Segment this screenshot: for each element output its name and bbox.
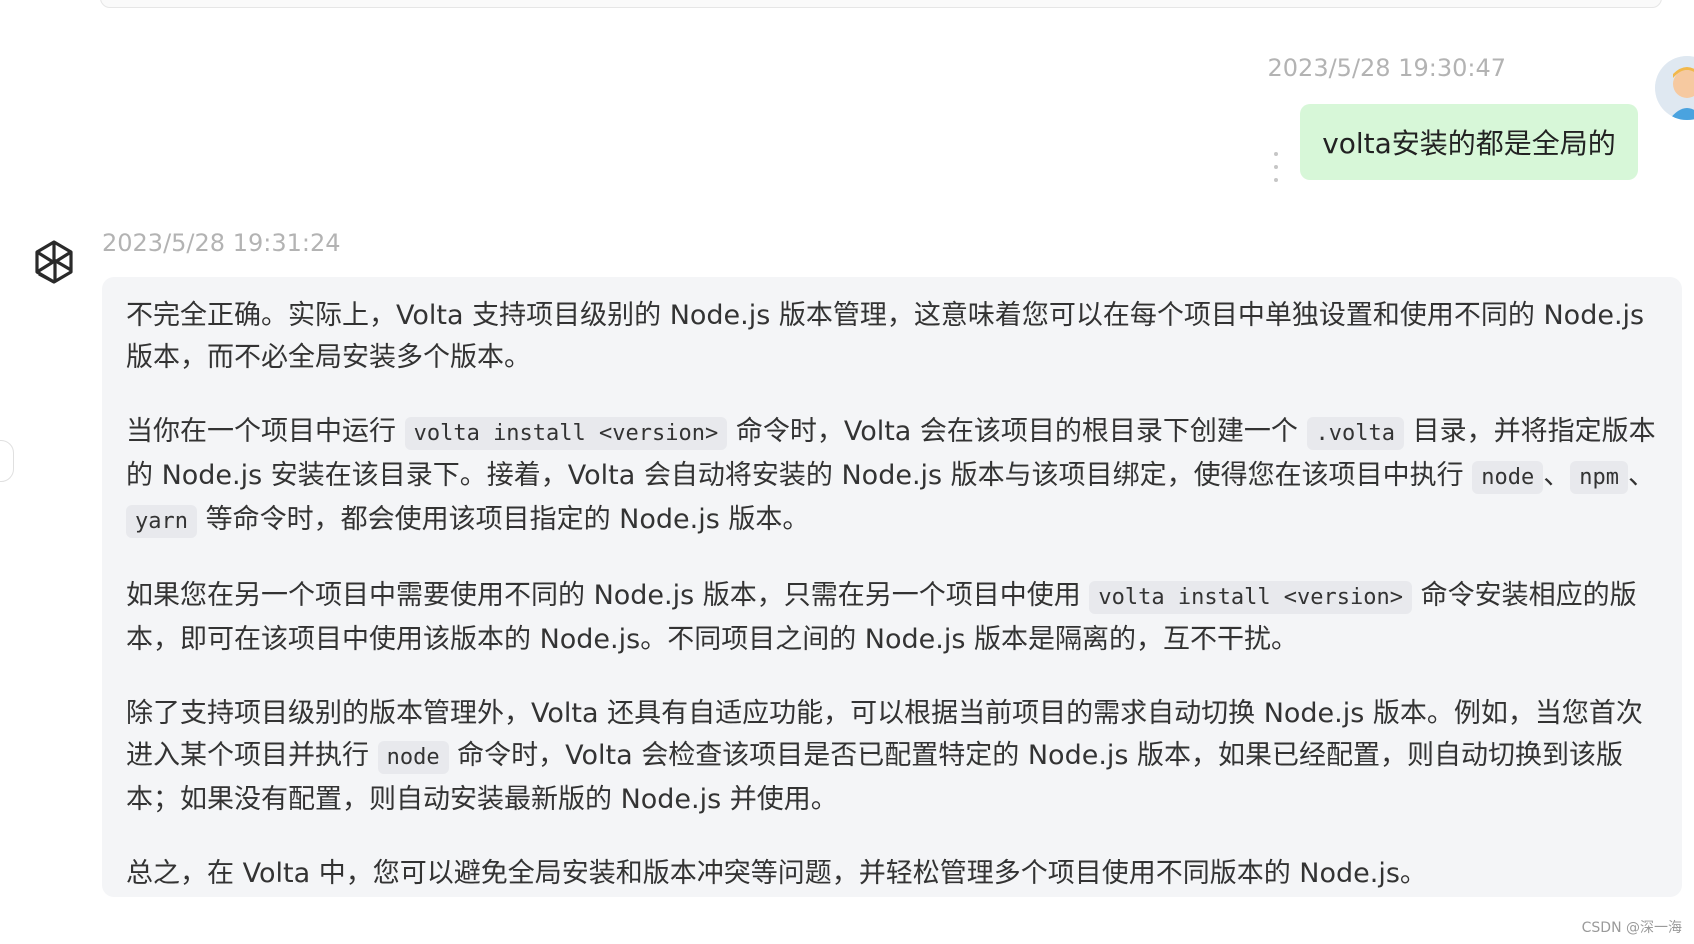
paragraph-text: 命令时，Volta 会在该项目的根目录下创建一个 xyxy=(727,416,1307,447)
user-message-timestamp: 2023/5/28 19:30:47 xyxy=(1267,54,1506,82)
watermark: CSDN @深一海 xyxy=(1581,920,1682,936)
user-message-bubble: volta安装的都是全局的 xyxy=(1300,104,1638,180)
assistant-paragraph: 不完全正确。实际上，Volta 支持项目级别的 Node.js 版本管理，这意味… xyxy=(126,295,1658,379)
paragraph-text: 不完全正确。实际上，Volta 支持项目级别的 Node.js 版本管理，这意味… xyxy=(126,300,1645,373)
paragraph-text: 当你在一个项目中运行 xyxy=(126,416,405,447)
assistant-paragraph: 总之，在 Volta 中，您可以避免全局安装和版本冲突等问题，并轻松管理多个项目… xyxy=(126,853,1658,895)
paragraph-text: 总之，在 Volta 中，您可以避免全局安装和版本冲突等问题，并轻松管理多个项目… xyxy=(126,858,1427,889)
paragraph-text: 等命令时，都会使用该项目指定的 Node.js 版本。 xyxy=(196,504,810,535)
assistant-paragraph: 当你在一个项目中运行 volta install <version> 命令时，V… xyxy=(126,411,1658,543)
assistant-message-timestamp: 2023/5/28 19:31:24 xyxy=(102,229,341,257)
inline-code: yarn xyxy=(126,505,197,538)
paragraph-text: 、 xyxy=(1628,460,1655,491)
previous-message-edge xyxy=(100,0,1662,8)
inline-code: .volta xyxy=(1306,417,1404,450)
assistant-paragraph: 除了支持项目级别的版本管理外，Volta 还具有自适应功能，可以根据当前项目的需… xyxy=(126,693,1658,821)
assistant-paragraph: 如果您在另一个项目中需要使用不同的 Node.js 版本，只需在另一个项目中使用… xyxy=(126,575,1658,661)
scroll-handle[interactable] xyxy=(0,440,14,482)
user-avatar-icon[interactable] xyxy=(1655,56,1694,120)
inline-code: npm xyxy=(1570,461,1628,494)
paragraph-text: 、 xyxy=(1543,460,1571,491)
paragraph-text: 如果您在另一个项目中需要使用不同的 Node.js 版本，只需在另一个项目中使用 xyxy=(126,580,1090,611)
assistant-message-bubble: 不完全正确。实际上，Volta 支持项目级别的 Node.js 版本管理，这意味… xyxy=(102,277,1682,897)
inline-code: volta install <version> xyxy=(1089,581,1413,614)
chatgpt-logo-icon xyxy=(24,232,84,292)
message-menu-icon[interactable] xyxy=(1270,152,1282,182)
inline-code: node xyxy=(1472,461,1544,494)
inline-code: node xyxy=(377,741,449,774)
inline-code: volta install <version> xyxy=(404,417,728,450)
